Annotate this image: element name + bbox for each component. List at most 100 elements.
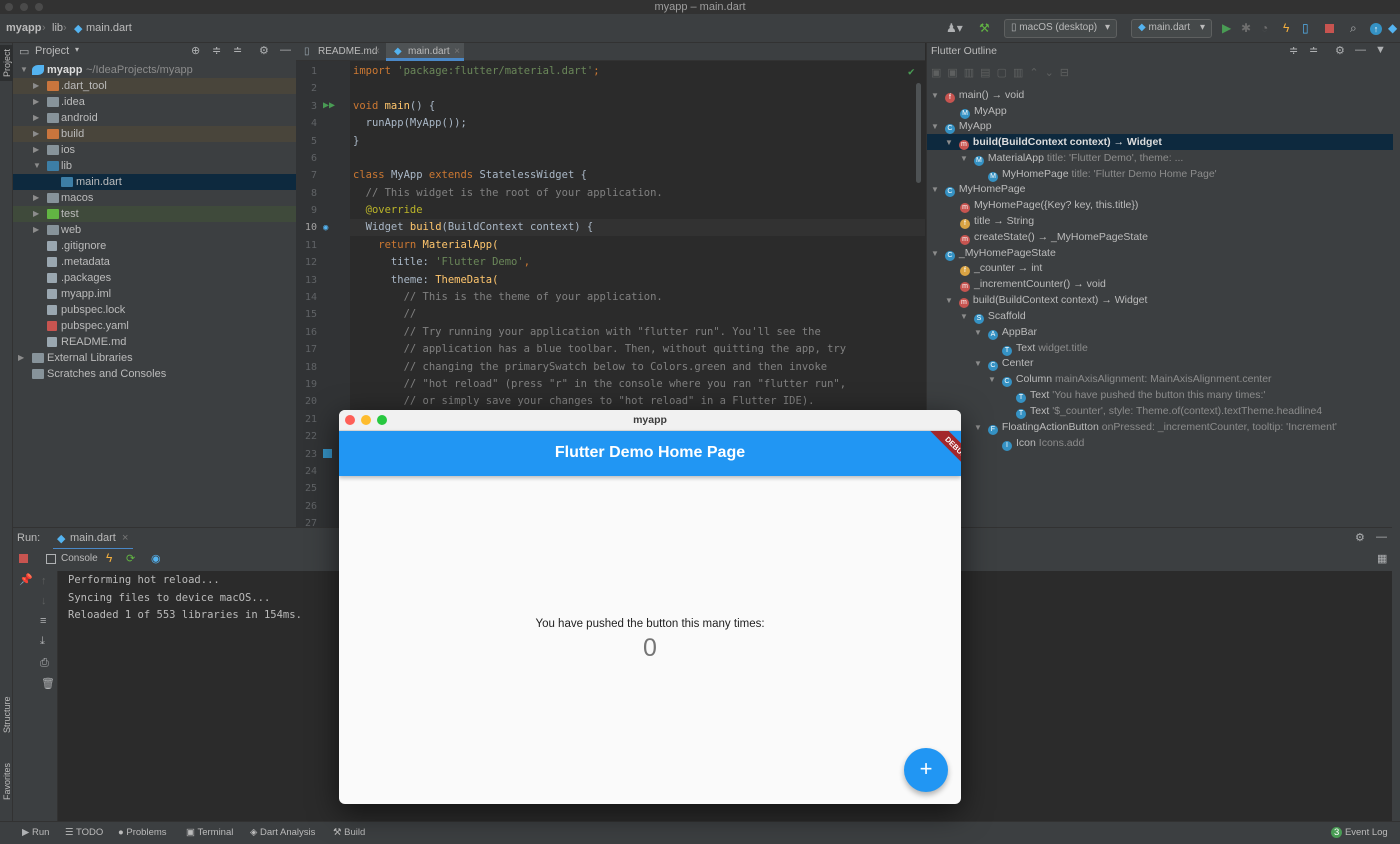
outline-row[interactable]: ▼ C MyApp	[931, 118, 992, 134]
close-icon[interactable]: ×	[454, 43, 460, 60]
hot-reload-icon[interactable]: ϟ	[1283, 21, 1289, 35]
todo-tool-button[interactable]: ☰ TODO	[65, 827, 103, 838]
outline-row[interactable]: T Text widget.title	[1002, 340, 1088, 356]
tree-item-readme[interactable]: README.md	[13, 334, 296, 350]
run-config-selector[interactable]: ◆ main.dart ▾	[1131, 19, 1212, 38]
outline-row[interactable]: ▼ C Center	[974, 355, 1033, 371]
outline-row[interactable]: f _counter → int	[960, 260, 1042, 276]
update-icon[interactable]: ↑	[1370, 23, 1382, 35]
trash-icon[interactable]: 🗑	[41, 677, 55, 690]
chevron-down-icon[interactable]: ▾	[75, 45, 79, 54]
project-tool-label[interactable]: Project	[2, 49, 12, 77]
tree-item-iml[interactable]: myapp.iml	[13, 286, 296, 302]
hide-icon[interactable]: —	[1376, 531, 1387, 543]
favorites-tool-label[interactable]: Favorites	[2, 763, 12, 800]
outline-row[interactable]: I Icon Icons.add	[1002, 435, 1084, 451]
device-selector[interactable]: ▯ macOS (desktop) ▾	[1004, 19, 1117, 38]
build-tool-button[interactable]: ⚒ Build	[333, 827, 365, 838]
console-tab[interactable]: Console	[61, 553, 98, 564]
structure-tool-label[interactable]: Structure	[2, 696, 12, 733]
tree-item-build[interactable]: ▶ build	[13, 126, 296, 142]
tree-root[interactable]: ▼ myapp ~/IdeaProjects/myapp	[13, 62, 296, 78]
outline-row[interactable]: f title → String	[960, 213, 1034, 229]
breadcrumb-project[interactable]: myapp	[6, 22, 41, 34]
hide-icon[interactable]: —	[1355, 44, 1366, 56]
tree-item-test[interactable]: ▶ test	[13, 206, 296, 222]
tree-item-pubspec-yaml[interactable]: pubspec.yaml	[13, 318, 296, 334]
pin-icon[interactable]: 📌	[19, 573, 33, 586]
breadcrumb-lib[interactable]: lib	[52, 22, 63, 34]
outline-row[interactable]: M MyApp	[960, 103, 1007, 119]
hot-reload-icon[interactable]: ϟ	[106, 551, 112, 565]
override-gutter-icon[interactable]: ◉	[323, 223, 328, 233]
hide-icon[interactable]: —	[280, 44, 291, 56]
gear-icon[interactable]: ⚙	[259, 44, 269, 57]
tree-item-web[interactable]: ▶ web	[13, 222, 296, 238]
collapse-all-icon[interactable]: ≐	[1309, 44, 1318, 57]
tree-item-pubspec-lock[interactable]: pubspec.lock	[13, 302, 296, 318]
dart-analysis-tool-button[interactable]: ◈ Dart Analysis	[250, 827, 315, 838]
collapse-all-icon[interactable]: ≐	[233, 44, 242, 57]
outline-row[interactable]: m createState() → _MyHomePageState	[960, 229, 1148, 245]
hot-restart-icon[interactable]: ▯	[1302, 21, 1309, 35]
outline-row[interactable]: T Text '$_counter', style: Theme.of(conte…	[1016, 403, 1322, 419]
tree-item-lib[interactable]: ▼ lib	[13, 158, 296, 174]
locate-icon[interactable]: ⊕	[191, 44, 200, 57]
outline-row[interactable]: ▼ m build(BuildContext context) → Widget	[945, 292, 1147, 308]
soft-wrap-icon[interactable]: ≡	[40, 615, 46, 627]
tree-item-ios[interactable]: ▶ ios	[13, 142, 296, 158]
stop-icon[interactable]	[1325, 24, 1334, 33]
tree-item-external-libraries[interactable]: ▶ External Libraries	[13, 350, 296, 366]
tree-item-main-dart[interactable]: main.dart	[13, 174, 296, 190]
tree-item-android[interactable]: ▶ android	[13, 110, 296, 126]
outline-row[interactable]: m _incrementCounter() → void	[960, 276, 1106, 292]
stop-icon[interactable]	[19, 554, 28, 563]
tab-readme[interactable]: ▯ README.md ×	[296, 43, 384, 61]
hot-restart-icon[interactable]: ⟳	[126, 552, 135, 565]
outline-row[interactable]: ▼ f main() → void	[931, 87, 1024, 103]
gear-icon[interactable]: ⚙	[1335, 44, 1345, 57]
run-tab-main-dart[interactable]: main.dart	[70, 532, 116, 544]
editor-scrollbar[interactable]	[916, 83, 921, 183]
breadcrumb-file[interactable]: main.dart	[86, 22, 132, 34]
run-icon[interactable]: ▶	[1222, 21, 1231, 35]
outline-row[interactable]: ▼ C MyHomePage	[931, 181, 1025, 197]
outline-row[interactable]: T Text 'You have pushed the button this m…	[1016, 387, 1265, 403]
project-view-selector[interactable]: Project	[35, 45, 69, 57]
debug-icon[interactable]: ✱	[1241, 21, 1251, 35]
tree-item-metadata[interactable]: .metadata	[13, 254, 296, 270]
outline-row[interactable]: ▼ A AppBar	[974, 324, 1037, 340]
devtools-icon[interactable]: ◉	[151, 552, 161, 565]
tree-item-packages[interactable]: .packages	[13, 270, 296, 286]
filter-icon[interactable]: ▼	[1375, 44, 1386, 56]
increment-button[interactable]: +	[904, 748, 948, 792]
close-icon[interactable]: ×	[374, 43, 380, 60]
tab-main-dart[interactable]: ◆ main.dart ×	[386, 43, 464, 61]
outline-row[interactable]: ▼ F FloatingActionButton onPressed: _incre…	[974, 419, 1337, 435]
down-arrow-icon[interactable]: ↓	[41, 595, 47, 607]
user-icon[interactable]: ♟▾	[946, 21, 963, 35]
run-gutter-icon[interactable]: ▶▶	[323, 100, 335, 111]
outline-row[interactable]: ▼ C _MyHomePageState	[931, 245, 1056, 261]
layout-icon[interactable]: ▦	[1377, 552, 1387, 565]
outline-row[interactable]: ▼ C Column mainAxisAlignment: MainAxisAlig…	[988, 371, 1272, 387]
outline-row[interactable]: m MyHomePage({Key? key, this.title})	[960, 197, 1138, 213]
tree-item-macos[interactable]: ▶ macos	[13, 190, 296, 206]
expand-all-icon[interactable]: ≑	[1289, 44, 1298, 57]
build-hammer-icon[interactable]: ⚒	[979, 21, 990, 35]
print-icon[interactable]: ⎙	[40, 657, 49, 670]
outline-row[interactable]: ▼ M MaterialApp title: 'Flutter Demo', the…	[960, 150, 1183, 166]
event-log-button[interactable]: 3 Event Log	[1331, 827, 1388, 838]
scroll-to-end-icon[interactable]: ⤓	[40, 635, 45, 648]
outline-toolbar[interactable]: ▣▣▥▤▢▥⌃⌄⊟	[931, 66, 1151, 80]
tree-item-scratches[interactable]: Scratches and Consoles	[13, 366, 296, 382]
search-icon[interactable]: ⌕	[1350, 21, 1357, 36]
expand-all-icon[interactable]: ≑	[212, 44, 221, 57]
gear-icon[interactable]: ⚙	[1355, 531, 1365, 544]
tree-item-idea[interactable]: ▶ .idea	[13, 94, 296, 110]
profile-icon[interactable]: ◔	[1261, 21, 1268, 35]
tree-item-dart-tool[interactable]: ▶ .dart_tool	[13, 78, 296, 94]
outline-row[interactable]: M MyHomePage title: 'Flutter Demo Home Pa…	[988, 166, 1217, 182]
problems-tool-button[interactable]: ● Problems	[118, 827, 167, 838]
tree-item-gitignore[interactable]: .gitignore	[13, 238, 296, 254]
